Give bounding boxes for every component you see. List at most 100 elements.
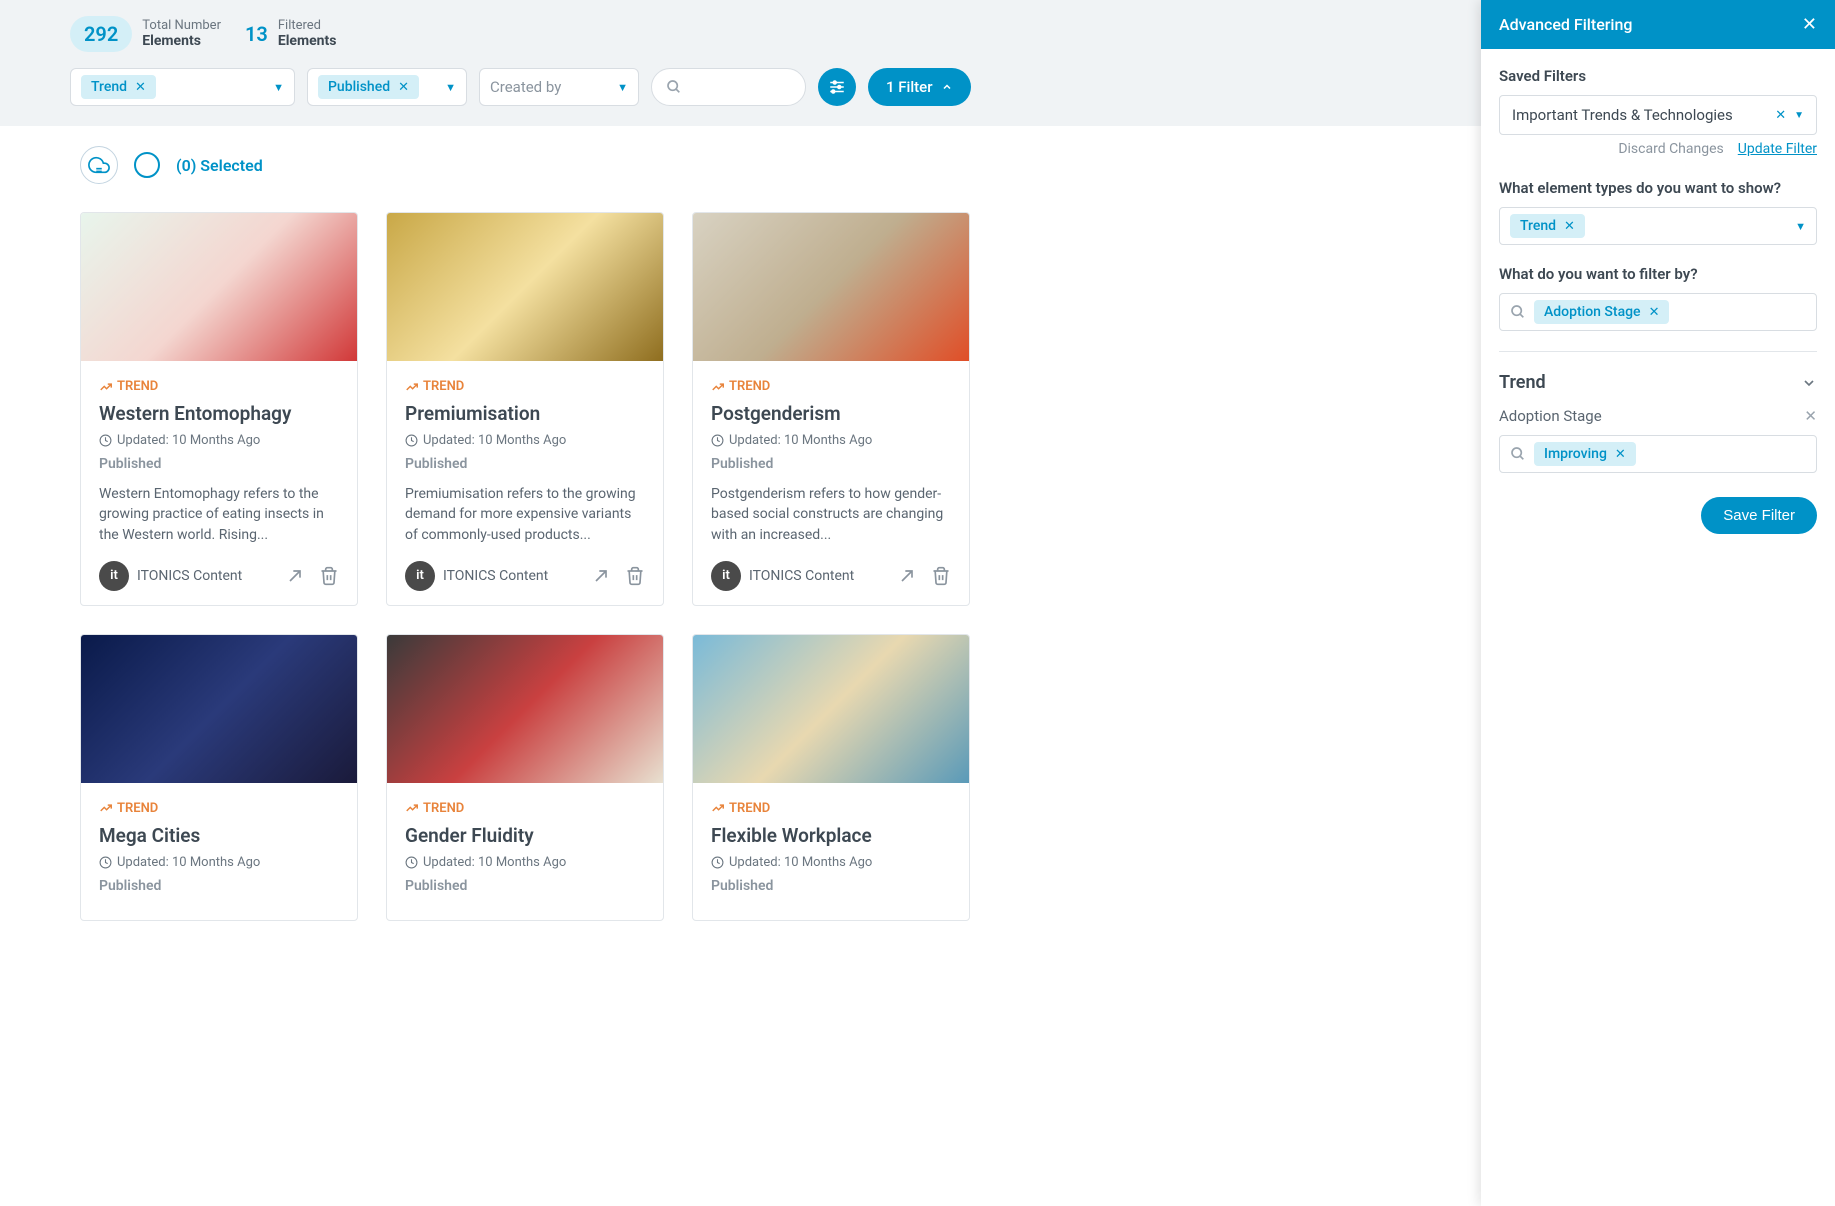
card-body: TREND Postgenderism Updated: 10 Months A…	[693, 361, 969, 605]
card-image	[693, 213, 969, 361]
saved-filter-select[interactable]: Important Trends & Technologies ✕ ▼	[1499, 95, 1817, 135]
element-type-select[interactable]: Trend ✕ ▼	[1499, 207, 1817, 245]
filtered-count: 13	[245, 22, 268, 46]
search-input[interactable]	[651, 68, 806, 106]
open-icon[interactable]	[285, 566, 305, 586]
card-title: Gender Fluidity	[405, 824, 645, 847]
updated-label: Updated: 10 Months Ago	[711, 855, 951, 870]
close-icon[interactable]: ✕	[1564, 219, 1575, 234]
improving-chip[interactable]: Improving ✕	[1534, 442, 1636, 466]
card-footer: it ITONICS Content	[711, 561, 951, 591]
card-description: Postgenderism refers to how gender-based…	[711, 484, 951, 545]
author-avatar: it	[711, 561, 741, 591]
filter-count-button[interactable]: 1 Filter	[868, 68, 971, 106]
clock-icon	[99, 434, 112, 447]
status-label: Published	[711, 456, 951, 472]
element-card[interactable]: TREND Western Entomophagy Updated: 10 Mo…	[80, 212, 358, 606]
trend-chip[interactable]: Trend ✕	[81, 75, 156, 99]
chevron-down-icon	[1801, 375, 1817, 391]
trash-icon[interactable]	[319, 566, 339, 586]
filter-by-label: What do you want to filter by?	[1499, 265, 1817, 283]
save-filter-button[interactable]: Save Filter	[1701, 497, 1817, 534]
author-name: ITONICS Content	[443, 568, 548, 584]
close-icon[interactable]: ✕	[1804, 407, 1817, 425]
close-icon[interactable]: ✕	[1802, 14, 1817, 35]
cloud-download-button[interactable]	[80, 146, 118, 184]
filter-by-select[interactable]: Adoption Stage ✕	[1499, 293, 1817, 331]
card-image	[387, 213, 663, 361]
stat-filtered: 13 Filtered Elements	[245, 16, 336, 52]
published-chip[interactable]: Published ✕	[318, 75, 419, 99]
clock-icon	[405, 434, 418, 447]
close-icon[interactable]: ✕	[1775, 108, 1786, 123]
chevron-down-icon: ▼	[1795, 220, 1806, 233]
open-icon[interactable]	[591, 566, 611, 586]
card-body: TREND Western Entomophagy Updated: 10 Mo…	[81, 361, 357, 605]
trend-icon	[405, 380, 419, 394]
element-card[interactable]: TREND Mega Cities Updated: 10 Months Ago…	[80, 634, 358, 921]
trash-icon[interactable]	[625, 566, 645, 586]
selected-count: (0) Selected	[176, 156, 263, 175]
author-avatar: it	[99, 561, 129, 591]
close-icon[interactable]: ✕	[135, 80, 146, 95]
chevron-up-icon	[941, 81, 953, 93]
card-author: it ITONICS Content	[711, 561, 854, 591]
status-label: Published	[99, 456, 339, 472]
chevron-down-icon: ▼	[445, 81, 456, 94]
card-image	[81, 635, 357, 783]
card-actions	[591, 566, 645, 586]
search-icon	[1510, 304, 1526, 320]
trend-icon	[711, 801, 725, 815]
update-filter-link[interactable]: Update Filter	[1738, 141, 1817, 157]
discard-changes-link[interactable]: Discard Changes	[1618, 141, 1723, 157]
select-all-checkbox[interactable]	[134, 152, 160, 178]
trend-section-header[interactable]: Trend	[1499, 372, 1817, 393]
trend-chip[interactable]: Trend ✕	[1510, 214, 1585, 238]
card-footer: it ITONICS Content	[405, 561, 645, 591]
card-body: TREND Gender Fluidity Updated: 10 Months…	[387, 783, 663, 920]
adoption-stage-chip[interactable]: Adoption Stage ✕	[1534, 300, 1669, 324]
trend-icon	[405, 801, 419, 815]
search-icon	[666, 79, 682, 95]
close-icon[interactable]: ✕	[1615, 447, 1626, 462]
card-body: TREND Flexible Workplace Updated: 10 Mon…	[693, 783, 969, 920]
trash-icon[interactable]	[931, 566, 951, 586]
adoption-stage-row: Adoption Stage ✕	[1499, 407, 1817, 425]
status-label: Published	[99, 878, 339, 894]
status-filter[interactable]: Published ✕ ▼	[307, 68, 467, 106]
element-type-tag: TREND	[711, 801, 951, 816]
close-icon[interactable]: ✕	[398, 80, 409, 95]
created-by-filter[interactable]: Created by ▼	[479, 68, 639, 106]
element-type-filter[interactable]: Trend ✕ ▼	[70, 68, 295, 106]
total-label: Total Number Elements	[142, 18, 221, 50]
element-type-tag: TREND	[99, 801, 339, 816]
card-actions	[897, 566, 951, 586]
card-title: Mega Cities	[99, 824, 339, 847]
trend-icon	[99, 380, 113, 394]
adoption-stage-value-select[interactable]: Improving ✕	[1499, 435, 1817, 473]
element-card[interactable]: TREND Flexible Workplace Updated: 10 Mon…	[692, 634, 970, 921]
card-title: Premiumisation	[405, 402, 645, 425]
panel-title: Advanced Filtering	[1499, 15, 1632, 34]
panel-header: Advanced Filtering ✕	[1481, 0, 1835, 49]
element-card[interactable]: TREND Premiumisation Updated: 10 Months …	[386, 212, 664, 606]
updated-label: Updated: 10 Months Ago	[405, 433, 645, 448]
element-card[interactable]: TREND Postgenderism Updated: 10 Months A…	[692, 212, 970, 606]
card-actions	[285, 566, 339, 586]
close-icon[interactable]: ✕	[1649, 305, 1660, 320]
filter-links: Discard Changes Update Filter	[1499, 141, 1817, 157]
advanced-filter-button[interactable]	[818, 68, 856, 106]
total-count: 292	[70, 16, 132, 52]
element-types-label: What element types do you want to show?	[1499, 179, 1817, 197]
card-footer: it ITONICS Content	[99, 561, 339, 591]
element-card[interactable]: TREND Gender Fluidity Updated: 10 Months…	[386, 634, 664, 921]
advanced-filter-panel: Advanced Filtering ✕ Saved Filters Impor…	[1481, 0, 1835, 1206]
element-type-tag: TREND	[405, 801, 645, 816]
card-body: TREND Premiumisation Updated: 10 Months …	[387, 361, 663, 605]
open-icon[interactable]	[897, 566, 917, 586]
search-icon	[1510, 446, 1526, 462]
chevron-down-icon: ▼	[1794, 110, 1804, 121]
author-avatar: it	[405, 561, 435, 591]
card-image	[693, 635, 969, 783]
trend-icon	[711, 380, 725, 394]
